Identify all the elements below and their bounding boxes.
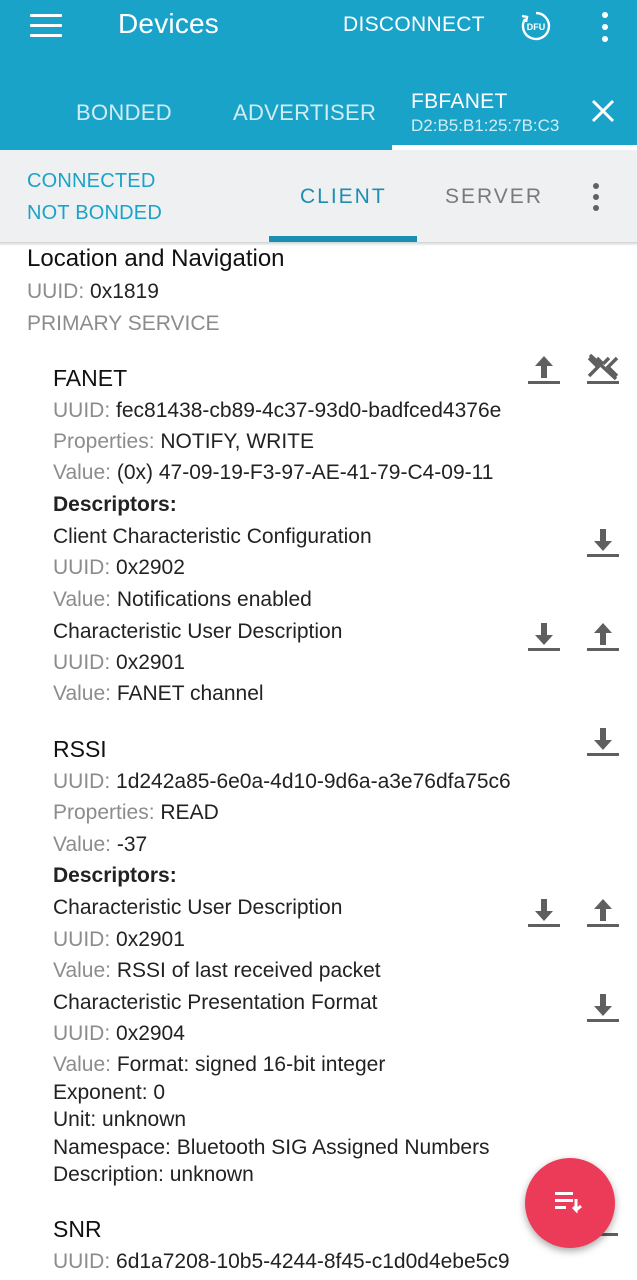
download-icon[interactable]: [585, 990, 621, 1024]
download-icon[interactable]: [526, 619, 562, 653]
characteristic-name[interactable]: RSSI: [53, 736, 107, 763]
tab-device-name[interactable]: FBFANET: [411, 90, 508, 114]
service-uuid-row: UUID: 0x1819: [27, 280, 159, 304]
properties-label: Properties:: [53, 801, 155, 824]
uuid-label: UUID:: [53, 399, 111, 422]
characteristic-name[interactable]: FANET: [53, 365, 127, 392]
upload-icon[interactable]: [585, 895, 621, 929]
characteristic-uuid: fec81438-cb89-4c37-93d0-badfced4376e: [116, 399, 502, 422]
dfu-label: DFU: [527, 22, 546, 32]
notifications-off-icon[interactable]: [585, 352, 621, 386]
descriptor-value: Format: signed 16-bit integer: [116, 1053, 386, 1076]
descriptor-value-row: Value: RSSI of last received packet: [53, 959, 381, 983]
descriptor-name[interactable]: Characteristic Presentation Format: [53, 991, 377, 1015]
upload-icon[interactable]: [526, 352, 562, 386]
menu-icon[interactable]: [30, 12, 62, 40]
download-icon[interactable]: [526, 895, 562, 929]
characteristic-properties: READ: [160, 801, 219, 824]
uuid-label: UUID:: [53, 770, 111, 793]
characteristic-value-row: Value: (0x) 47-09-19-F3-97-AE-41-79-C4-0…: [53, 461, 493, 485]
descriptor-uuid: 0x2902: [116, 556, 185, 579]
connection-state: CONNECTED: [27, 170, 156, 192]
dfu-icon[interactable]: DFU: [520, 10, 552, 42]
value-label: Value:: [53, 588, 111, 611]
bond-state: NOT BONDED: [27, 202, 162, 224]
close-icon[interactable]: [588, 96, 618, 126]
uuid-label: UUID:: [53, 1250, 111, 1273]
characteristic-name[interactable]: SNR: [53, 1216, 102, 1243]
characteristic-value: -37: [116, 833, 148, 856]
descriptor-name[interactable]: Characteristic User Description: [53, 896, 342, 920]
descriptors-heading: Descriptors:: [53, 864, 177, 887]
descriptor-uuid: 0x2901: [116, 651, 185, 674]
disconnect-button[interactable]: DISCONNECT: [343, 13, 485, 37]
descriptor-namespace: Namespace: Bluetooth SIG Assigned Number…: [53, 1136, 490, 1159]
value-label: Value:: [53, 833, 111, 856]
characteristic-uuid-row: UUID: 6d1a7208-10b5-4244-8f45-c1d0d4ebe5…: [53, 1250, 510, 1274]
uuid-label: UUID:: [27, 280, 85, 303]
more-vert-icon[interactable]: [585, 181, 607, 213]
tab-server[interactable]: SERVER: [445, 185, 543, 209]
descriptor-uuid: 0x2901: [116, 928, 185, 951]
tab-device-address: D2:B5:B1:25:7B:C3: [411, 116, 560, 135]
characteristic-properties-row: Properties: NOTIFY, WRITE: [53, 430, 314, 454]
descriptor-value-row: Value: FANET channel: [53, 682, 264, 706]
characteristic-uuid-row: UUID: fec81438-cb89-4c37-93d0-badfced437…: [53, 399, 501, 423]
download-icon[interactable]: [585, 724, 621, 758]
characteristic-value-row: Value: -37: [53, 833, 147, 857]
service-type: PRIMARY SERVICE: [27, 312, 220, 335]
value-label: Value:: [53, 1053, 111, 1076]
page-title: Devices: [118, 8, 219, 39]
descriptor-uuid-row: UUID: 0x2904: [53, 1022, 185, 1046]
characteristic-value: (0x) 47-09-19-F3-97-AE-41-79-C4-09-11: [116, 461, 494, 484]
descriptor-unit: Unit: unknown: [53, 1108, 187, 1131]
client-tab-indicator: [269, 236, 417, 242]
descriptor-name[interactable]: Client Characteristic Configuration: [53, 525, 372, 549]
descriptor-value: RSSI of last received packet: [116, 959, 381, 982]
tab-bonded[interactable]: BONDED: [76, 100, 172, 126]
properties-label: Properties:: [53, 430, 155, 453]
characteristic-properties-row: Properties: READ: [53, 801, 219, 825]
descriptor-uuid-row: UUID: 0x2901: [53, 651, 185, 675]
descriptor-exponent: Exponent: 0: [53, 1081, 166, 1104]
download-icon[interactable]: [585, 525, 621, 559]
uuid-label: UUID:: [53, 556, 111, 579]
log-list-icon: [555, 1192, 582, 1214]
uuid-label: UUID:: [53, 651, 111, 674]
descriptor-name[interactable]: Characteristic User Description: [53, 620, 342, 644]
descriptor-uuid: 0x2904: [116, 1022, 185, 1045]
tab-advertiser[interactable]: ADVERTISER: [233, 100, 376, 126]
descriptor-description: Description: unknown: [53, 1163, 254, 1186]
log-fab-button[interactable]: [525, 1158, 615, 1248]
characteristic-uuid-row: UUID: 1d242a85-6e0a-4d10-9d6a-a3e76dfa75…: [53, 770, 511, 794]
descriptor-value-row: Value: Notifications enabled: [53, 588, 312, 612]
service-name[interactable]: Location and Navigation: [27, 245, 285, 273]
tab-client[interactable]: CLIENT: [300, 185, 387, 209]
value-label: Value:: [53, 461, 111, 484]
descriptor-value: FANET channel: [116, 682, 264, 705]
service-uuid: 0x1819: [90, 280, 159, 303]
descriptors-heading: Descriptors:: [53, 493, 177, 516]
characteristic-properties: NOTIFY, WRITE: [160, 430, 315, 453]
value-label: Value:: [53, 959, 111, 982]
uuid-label: UUID:: [53, 928, 111, 951]
value-label: Value:: [53, 682, 111, 705]
descriptor-value-row: Value: Format: signed 16-bit integer: [53, 1053, 385, 1077]
characteristic-uuid: 1d242a85-6e0a-4d10-9d6a-a3e76dfa75c6: [116, 770, 511, 793]
characteristic-uuid: 6d1a7208-10b5-4244-8f45-c1d0d4ebe5c9: [116, 1250, 510, 1273]
more-vert-icon[interactable]: [594, 10, 616, 44]
descriptor-uuid-row: UUID: 0x2901: [53, 928, 185, 952]
uuid-label: UUID:: [53, 1022, 111, 1045]
descriptor-value: Notifications enabled: [116, 588, 312, 611]
descriptor-uuid-row: UUID: 0x2902: [53, 556, 185, 580]
upload-icon[interactable]: [585, 619, 621, 653]
